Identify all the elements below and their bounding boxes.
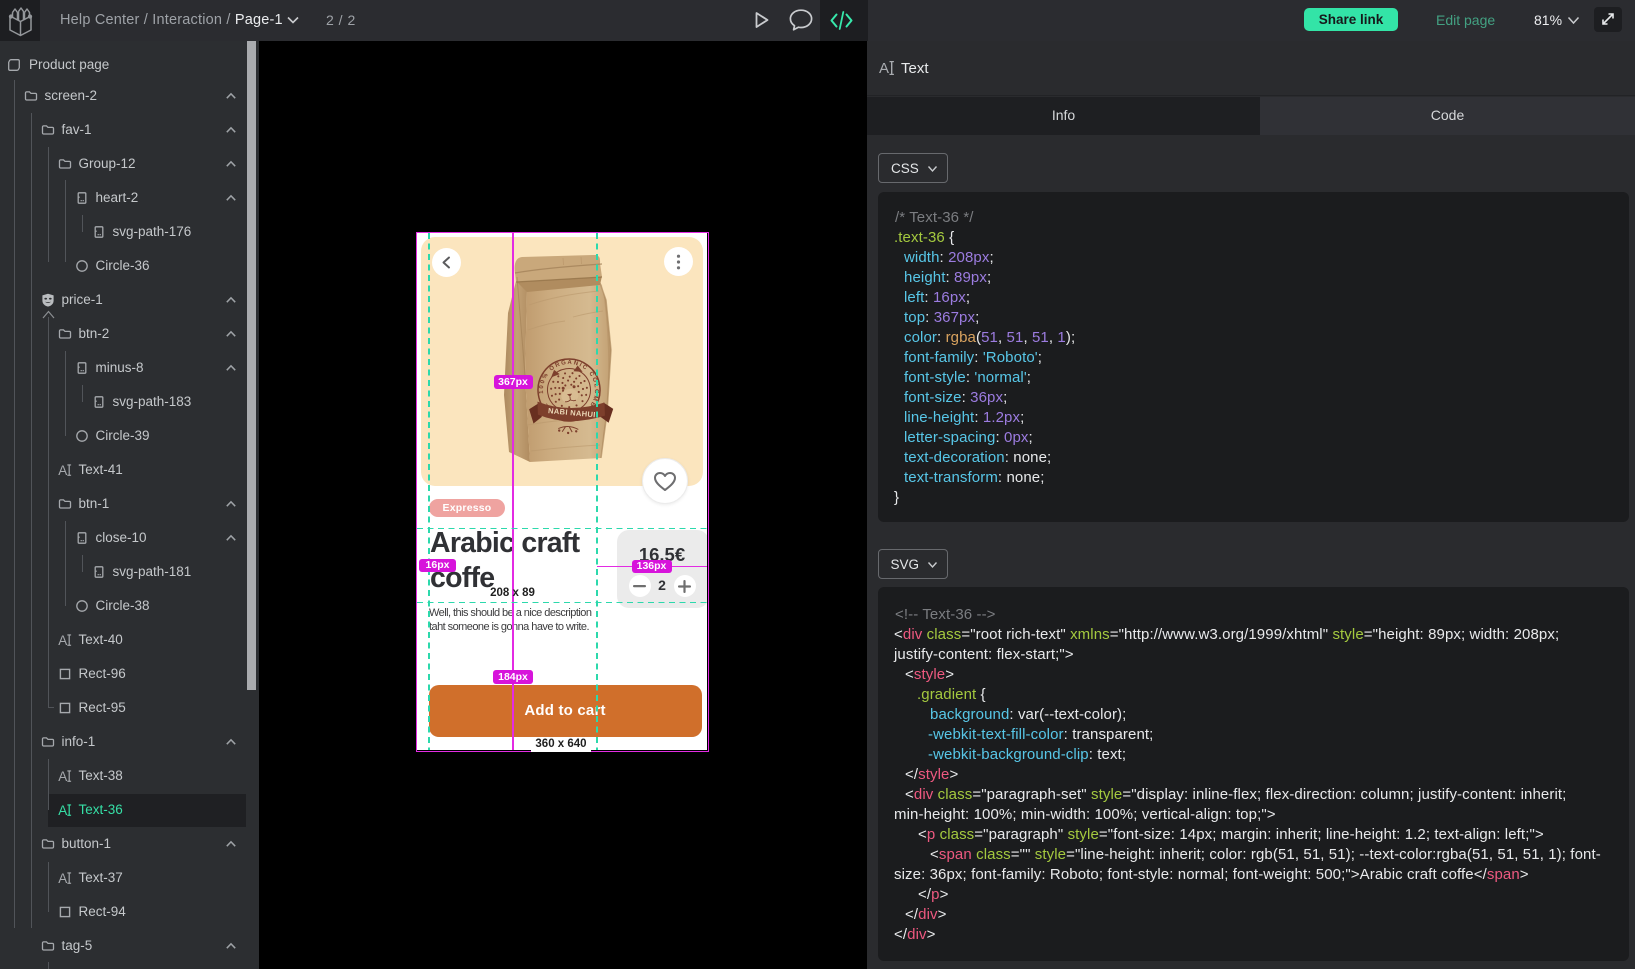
svg-text:A: A [58, 769, 67, 783]
svg-text:A: A [58, 871, 67, 885]
svg-text:A: A [58, 803, 67, 817]
svg-text:A: A [879, 60, 889, 76]
svg-text:A: A [58, 633, 67, 647]
svg-text:A: A [58, 463, 67, 477]
